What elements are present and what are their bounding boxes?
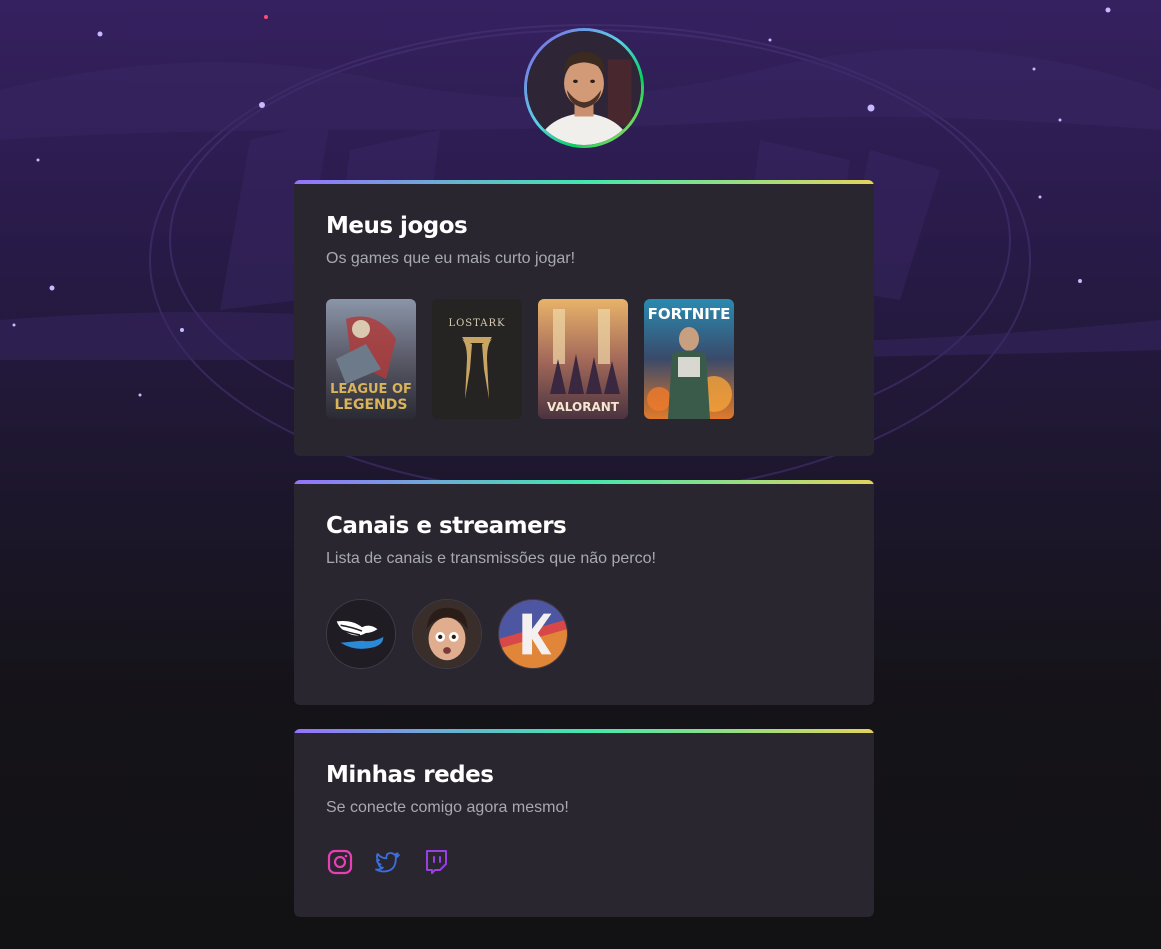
social-links [326, 848, 842, 876]
channel-winged-logo[interactable] [326, 599, 396, 669]
twitch-link[interactable] [422, 848, 450, 876]
k-logo-icon [499, 600, 567, 668]
channel-streamer-face[interactable] [412, 599, 482, 669]
game-cover-fortnite[interactable]: FORTNITE [644, 299, 734, 419]
channels-card-subtitle: Lista de canais e transmissões que não p… [326, 550, 656, 567]
winged-logo-icon [327, 600, 395, 668]
instagram-icon [327, 849, 353, 875]
channel-k-logo[interactable] [498, 599, 568, 669]
streamer-face-avatar [413, 600, 481, 668]
lol-cover-text-2: LEGENDS [335, 397, 408, 413]
fortnite-cover-text: FORTNITE [648, 305, 731, 323]
profile-avatar [524, 28, 644, 148]
avatar-photo [527, 31, 641, 145]
valorant-cover-text: VALORANT [547, 400, 620, 414]
twitch-icon [426, 850, 447, 874]
games-card: Meus jogos Os games que eu mais curto jo… [294, 180, 874, 456]
game-cover-league-of-legends[interactable]: LEAGUE OF LEGENDS [326, 299, 416, 419]
instagram-link[interactable] [326, 848, 354, 876]
twitter-link[interactable] [374, 848, 402, 876]
channels-list [326, 599, 842, 669]
twitter-icon [375, 852, 400, 873]
lostark-cover-text: LOSTARK [448, 318, 505, 329]
channels-card-title: Canais e streamers [326, 513, 567, 539]
social-card-title: Minhas redes [326, 762, 494, 788]
social-card: Minhas redes Se conecte comigo agora mes… [294, 729, 874, 917]
games-list: LEAGUE OF LEGENDS LOSTARK VALORANT FORTN… [326, 299, 842, 419]
lol-cover-text-1: LEAGUE OF [330, 382, 412, 397]
game-cover-valorant[interactable]: VALORANT [538, 299, 628, 419]
games-card-title: Meus jogos [326, 213, 468, 239]
game-cover-lost-ark[interactable]: LOSTARK [432, 299, 522, 419]
channels-card: Canais e streamers Lista de canais e tra… [294, 480, 874, 705]
social-card-subtitle: Se conecte comigo agora mesmo! [326, 799, 569, 816]
games-card-subtitle: Os games que eu mais curto jogar! [326, 250, 576, 267]
